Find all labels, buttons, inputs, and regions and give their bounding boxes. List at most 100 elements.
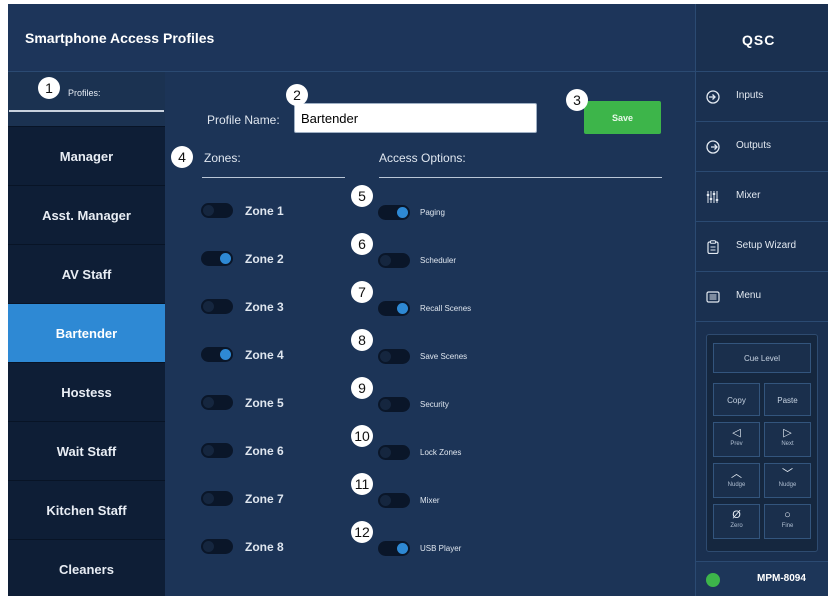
- zones-divider: [202, 177, 345, 178]
- nudge-up-label: Nudge: [727, 482, 746, 488]
- profiles-sidebar: Profiles: Manager Asst. Manager AV Staff…: [8, 72, 165, 596]
- nav-label-setup-wizard: Setup Wizard: [736, 240, 797, 251]
- callout-9: 9: [351, 377, 373, 399]
- brand-logo: QSC: [742, 32, 776, 48]
- profile-name-input[interactable]: [294, 103, 537, 133]
- menu-list-icon: [706, 291, 720, 303]
- zero-icon: Ø: [732, 509, 741, 521]
- save-scenes-label: Save Scenes: [420, 352, 468, 361]
- copy-button[interactable]: Copy: [713, 383, 760, 416]
- header-bar: Smartphone Access Profiles: [8, 4, 695, 72]
- zero-button[interactable]: Ø Zero: [713, 504, 760, 539]
- control-panel: Cue Level Copy Paste ◁ Prev ▷ Next ︿ Nudge …: [706, 334, 818, 552]
- security-toggle[interactable]: [378, 397, 410, 412]
- cue-level-button[interactable]: Cue Level: [713, 343, 811, 373]
- zone-4-label: Zone 4: [245, 348, 284, 362]
- app-window: Smartphone Access Profiles Profiles: Man…: [8, 4, 828, 596]
- nudge-down-label: Nudge: [778, 482, 797, 488]
- toggle-knob: [203, 445, 214, 456]
- access-options-divider: [379, 177, 662, 178]
- profiles-divider: [9, 110, 164, 112]
- profile-item-av-staff[interactable]: AV Staff: [8, 244, 165, 303]
- nav-label-mixer: Mixer: [736, 190, 761, 201]
- profile-item-asst-manager[interactable]: Asst. Manager: [8, 185, 165, 244]
- zone-5-toggle[interactable]: [201, 395, 233, 410]
- fine-button[interactable]: ○ Fine: [764, 504, 811, 539]
- nav-item-outputs[interactable]: Outputs: [696, 122, 828, 172]
- nudge-up-button[interactable]: ︿ Nudge: [713, 463, 760, 498]
- nudge-down-button[interactable]: ﹀ Nudge: [764, 463, 811, 498]
- save-scenes-toggle[interactable]: [378, 349, 410, 364]
- device-status-bar: MPM-8094: [696, 561, 828, 596]
- toggle-knob: [203, 397, 214, 408]
- toggle-knob: [203, 205, 214, 216]
- zone-1-toggle[interactable]: [201, 203, 233, 218]
- wifi-status-icon: [706, 573, 720, 587]
- prev-button[interactable]: ◁ Prev: [713, 422, 760, 457]
- cue-level-label: Cue Level: [743, 354, 781, 363]
- nav-label-inputs: Inputs: [736, 90, 764, 101]
- profile-item-cleaners[interactable]: Cleaners: [8, 539, 165, 596]
- nav-item-setup-wizard[interactable]: Setup Wizard: [696, 222, 828, 272]
- zone-8-toggle[interactable]: [201, 539, 233, 554]
- next-button[interactable]: ▷ Next: [764, 422, 811, 457]
- paging-label: Paging: [420, 208, 445, 217]
- mixer-faders-icon: [706, 191, 719, 203]
- page-title: Smartphone Access Profiles: [25, 30, 215, 46]
- nav-item-inputs[interactable]: Inputs: [696, 72, 828, 122]
- usb-player-toggle[interactable]: [378, 541, 410, 556]
- toggle-knob: [380, 255, 391, 266]
- save-button[interactable]: Save: [584, 101, 661, 134]
- mixer-label: Mixer: [420, 496, 440, 505]
- recall-scenes-toggle[interactable]: [378, 301, 410, 316]
- callout-11: 11: [351, 473, 373, 495]
- profile-item-wait-staff[interactable]: Wait Staff: [8, 421, 165, 480]
- toggle-knob: [380, 447, 391, 458]
- zone-3-toggle[interactable]: [201, 299, 233, 314]
- profile-item-hostess[interactable]: Hostess: [8, 362, 165, 421]
- profiles-label: Profiles:: [68, 88, 101, 98]
- chevron-up-icon: ︿: [731, 468, 742, 480]
- mixer-toggle[interactable]: [378, 493, 410, 508]
- paging-toggle[interactable]: [378, 205, 410, 220]
- clipboard-icon: [707, 240, 719, 254]
- output-arrow-icon: [706, 140, 720, 154]
- zone-8-label: Zone 8: [245, 540, 284, 554]
- toggle-knob: [220, 349, 231, 360]
- scheduler-toggle[interactable]: [378, 253, 410, 268]
- toggle-knob: [203, 301, 214, 312]
- toggle-knob: [203, 541, 214, 552]
- toggle-knob: [397, 303, 408, 314]
- profile-item-bartender[interactable]: Bartender: [8, 303, 165, 362]
- zone-6-toggle[interactable]: [201, 443, 233, 458]
- fine-label: Fine: [781, 523, 794, 529]
- toggle-knob: [380, 495, 391, 506]
- zone-7-toggle[interactable]: [201, 491, 233, 506]
- lock-zones-toggle[interactable]: [378, 445, 410, 460]
- callout-12: 12: [351, 521, 373, 543]
- callout-2: 2: [286, 84, 308, 106]
- profile-item-kitchen-staff[interactable]: Kitchen Staff: [8, 480, 165, 539]
- chevron-down-icon: ﹀: [782, 468, 793, 480]
- next-label: Next: [781, 441, 794, 447]
- toggle-knob: [380, 351, 391, 362]
- zone-2-toggle[interactable]: [201, 251, 233, 266]
- toggle-knob: [380, 399, 391, 410]
- callout-4: 4: [171, 146, 193, 168]
- nav-item-mixer[interactable]: Mixer: [696, 172, 828, 222]
- paste-label: Paste: [777, 396, 798, 405]
- callout-5: 5: [351, 185, 373, 207]
- next-icon: ▷: [783, 427, 792, 439]
- prev-label: Prev: [730, 441, 743, 447]
- paste-button[interactable]: Paste: [764, 383, 811, 416]
- profiles-header: Profiles:: [8, 72, 165, 126]
- zone-1-label: Zone 1: [245, 204, 284, 218]
- toggle-knob: [397, 207, 408, 218]
- callout-1: 1: [38, 77, 60, 99]
- nav-item-menu[interactable]: Menu: [696, 272, 828, 322]
- profile-item-manager[interactable]: Manager: [8, 126, 165, 185]
- zone-7-label: Zone 7: [245, 492, 284, 506]
- nav-label-menu: Menu: [736, 290, 762, 301]
- zone-4-toggle[interactable]: [201, 347, 233, 362]
- access-options-header: Access Options:: [379, 151, 466, 165]
